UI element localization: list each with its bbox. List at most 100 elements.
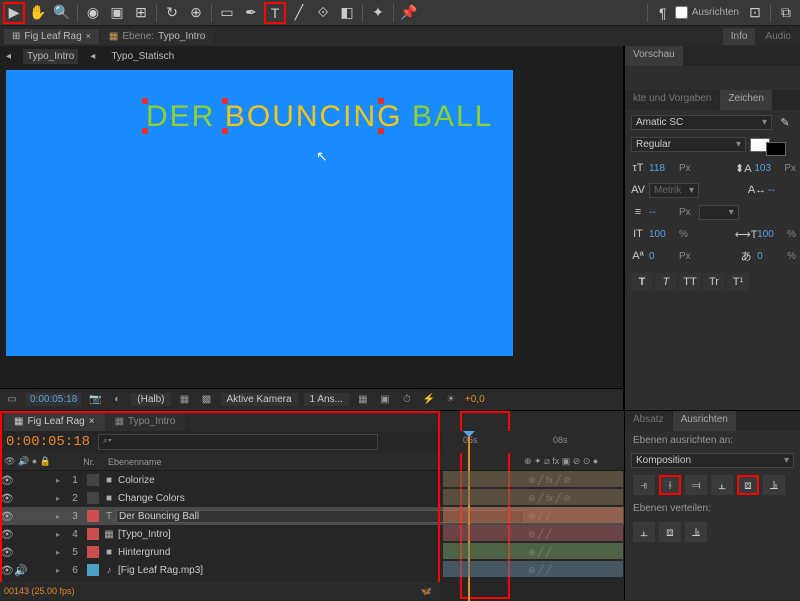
- roi-icon[interactable]: ▦: [177, 394, 193, 405]
- camera-tool-icon[interactable]: ▣: [106, 2, 128, 24]
- label-color[interactable]: [87, 564, 99, 576]
- viewer-timecode[interactable]: 0:00:05:18: [26, 393, 81, 406]
- strokewidth-value[interactable]: --: [649, 207, 677, 218]
- audio-tab[interactable]: Audio: [757, 28, 799, 45]
- vorschau-tab[interactable]: Vorschau: [625, 46, 683, 66]
- twirl-icon[interactable]: ▸: [56, 494, 66, 503]
- resolution-dropdown[interactable]: (Halb): [131, 393, 170, 406]
- leading-value[interactable]: 103: [754, 163, 782, 174]
- hscale-value[interactable]: 100: [757, 229, 785, 240]
- para-icon[interactable]: ¶: [652, 2, 674, 24]
- views-dropdown[interactable]: 1 Ans...: [304, 393, 349, 406]
- chevron-left-icon[interactable]: ◂: [90, 51, 95, 62]
- close-icon[interactable]: ×: [86, 31, 91, 41]
- fast-icon[interactable]: ⚡: [421, 394, 437, 405]
- layer-search-input[interactable]: ⌕▾: [98, 434, 378, 450]
- chevron-left-icon[interactable]: ◂: [6, 51, 11, 62]
- visibility-toggle[interactable]: 👁: [0, 492, 14, 505]
- clone-tool-icon[interactable]: ⟐: [312, 2, 334, 24]
- hand-tool-icon[interactable]: ✋: [27, 2, 49, 24]
- bold-button[interactable]: T: [631, 273, 653, 291]
- shape-tool-icon[interactable]: ▭: [216, 2, 238, 24]
- rotate-tool-icon[interactable]: ↻: [161, 2, 183, 24]
- stroke-swatch[interactable]: [766, 142, 786, 156]
- exposure-value[interactable]: +0,0: [465, 394, 485, 405]
- roto-tool-icon[interactable]: ✦: [367, 2, 389, 24]
- smallcaps-button[interactable]: Tr: [703, 273, 725, 291]
- type-tool-icon[interactable]: T: [264, 2, 286, 24]
- label-color[interactable]: [87, 474, 99, 486]
- info-tab[interactable]: Info: [723, 28, 756, 45]
- zoom-tool-icon[interactable]: 🔍: [51, 2, 73, 24]
- audio-toggle[interactable]: 🔊: [14, 564, 28, 577]
- visibility-toggle[interactable]: 👁: [0, 474, 14, 487]
- channel-icon[interactable]: ◐: [109, 394, 125, 405]
- absatz-tab[interactable]: Absatz: [625, 411, 672, 431]
- camera-dropdown[interactable]: Aktive Kamera: [221, 393, 298, 406]
- lock-icon[interactable]: 🔒: [40, 456, 51, 466]
- font-style-dropdown[interactable]: Regular: [631, 137, 746, 152]
- visibility-toggle[interactable]: 👁: [0, 510, 14, 523]
- snap-checkbox[interactable]: [675, 6, 688, 19]
- snapshot-icon[interactable]: 📷: [87, 394, 103, 405]
- align-vcenter-button[interactable]: ⧈: [737, 475, 759, 495]
- distribute-top-button[interactable]: ⫠: [633, 522, 655, 542]
- close-icon[interactable]: ×: [89, 416, 95, 427]
- align-left-button[interactable]: ⫣: [633, 475, 655, 495]
- brush-tool-icon[interactable]: ╱: [288, 2, 310, 24]
- tsume-value[interactable]: 0: [757, 251, 785, 262]
- italic-button[interactable]: T: [655, 273, 677, 291]
- timeline-timecode[interactable]: 0:00:05:18: [6, 434, 90, 450]
- align-right-button[interactable]: ⫤: [685, 475, 707, 495]
- toggle-switches-icon[interactable]: 🦋: [421, 586, 432, 597]
- superscript-button[interactable]: T¹: [727, 273, 749, 291]
- mask-icon[interactable]: ▣: [377, 394, 393, 405]
- canvas[interactable]: DER BOUNCING BALL ↖: [6, 70, 513, 356]
- distribute-vcenter-button[interactable]: ⧈: [659, 522, 681, 542]
- twirl-icon[interactable]: ▸: [56, 512, 66, 521]
- pen-tool-icon[interactable]: ✒: [240, 2, 262, 24]
- twirl-icon[interactable]: ▸: [56, 566, 66, 575]
- label-color[interactable]: [87, 546, 99, 558]
- view-tab-intro[interactable]: Typo_Intro: [23, 49, 78, 64]
- timeline-tab-typo[interactable]: ▦ Typo_Intro: [105, 411, 186, 431]
- font-family-dropdown[interactable]: Amatic SC: [631, 115, 772, 130]
- orbit-tool-icon[interactable]: ◉: [82, 2, 104, 24]
- twirl-icon[interactable]: ▸: [56, 530, 66, 539]
- ausrichten-tab[interactable]: Ausrichten: [673, 411, 736, 431]
- fontsize-value[interactable]: 118: [649, 163, 677, 174]
- tracking-value[interactable]: --: [768, 185, 796, 196]
- puppet-tool-icon[interactable]: 📌: [398, 2, 420, 24]
- selection-tool-icon[interactable]: ▶: [3, 2, 25, 24]
- snap-options-icon[interactable]: ⊡: [744, 2, 766, 24]
- grid-icon[interactable]: ▦: [355, 394, 371, 405]
- search-icon[interactable]: ⧉: [775, 2, 797, 24]
- vscale-value[interactable]: 100: [649, 229, 677, 240]
- timeline-tab-figleaf[interactable]: ▦ Fig Leaf Rag ×: [4, 411, 105, 431]
- visibility-toggle[interactable]: 👁: [0, 564, 14, 577]
- effects-tab[interactable]: kte und Vorgaben: [625, 90, 719, 110]
- stroke-style-dropdown[interactable]: [699, 205, 739, 220]
- kerning-dropdown[interactable]: Metrik: [649, 183, 699, 198]
- label-color[interactable]: [87, 528, 99, 540]
- magnify-icon[interactable]: ▭: [4, 394, 20, 405]
- align-bottom-button[interactable]: ⫡: [763, 475, 785, 495]
- time-icon[interactable]: ⏱: [399, 394, 415, 405]
- zeichen-tab[interactable]: Zeichen: [720, 90, 772, 110]
- view-tab-statisch[interactable]: Typo_Statisch: [107, 49, 178, 64]
- eyedropper-icon[interactable]: ✎: [776, 113, 794, 131]
- twirl-icon[interactable]: ▸: [56, 476, 66, 485]
- align-top-button[interactable]: ⫠: [711, 475, 733, 495]
- project-tab-layer[interactable]: ▦ Ebene: Typo_Intro: [101, 29, 213, 44]
- label-color[interactable]: [87, 510, 99, 522]
- exposure-icon[interactable]: ☀: [443, 394, 459, 405]
- label-color[interactable]: [87, 492, 99, 504]
- audio-icon[interactable]: 🔊: [18, 456, 29, 466]
- align-hcenter-button[interactable]: ⟊: [659, 475, 681, 495]
- transparency-icon[interactable]: ▩: [199, 394, 215, 405]
- anchor-tool-icon[interactable]: ⊕: [185, 2, 207, 24]
- track-tool-icon[interactable]: ⊞: [130, 2, 152, 24]
- allcaps-button[interactable]: TT: [679, 273, 701, 291]
- align-target-dropdown[interactable]: Komposition: [631, 453, 794, 468]
- distribute-bottom-button[interactable]: ⫡: [685, 522, 707, 542]
